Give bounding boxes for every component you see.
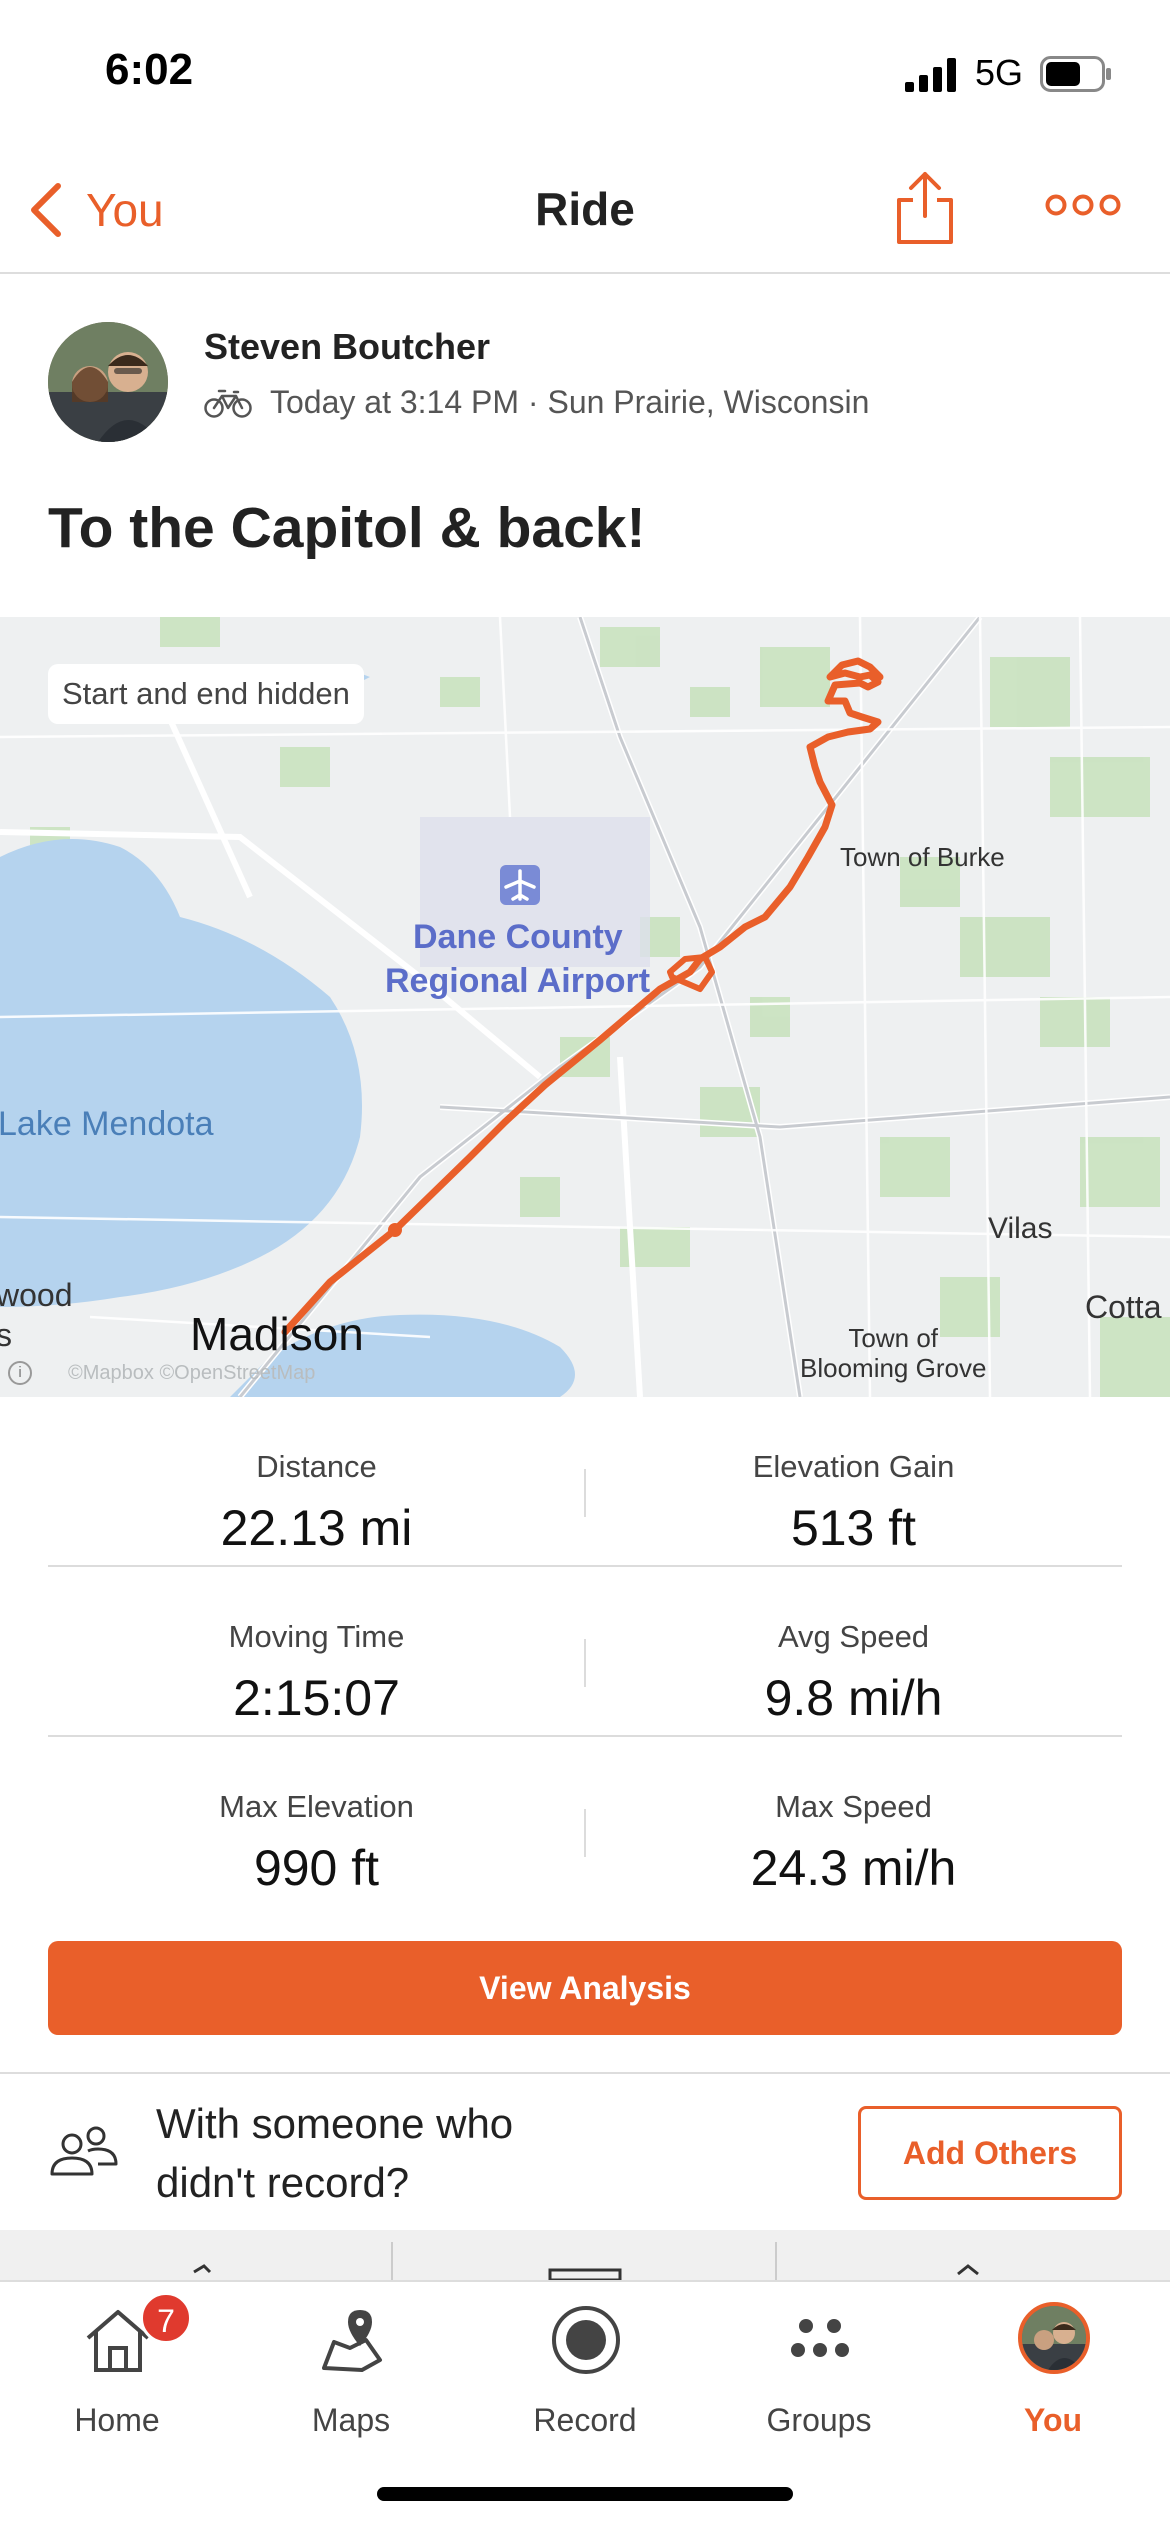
nav-bar: You Ride	[0, 150, 1170, 274]
stat-max-speed: Max Speed 24.3 mi/h	[585, 1737, 1122, 1897]
maps-icon	[322, 2310, 382, 2372]
tab-home[interactable]: 7 Home	[0, 2282, 234, 2442]
tab-maps[interactable]: Maps	[234, 2282, 468, 2442]
activity-meta-text: Today at 3:14 PM · Sun Prairie, Wisconsi…	[270, 384, 870, 420]
stat-row: Max Elevation 990 ft Max Speed 24.3 mi/h	[48, 1737, 1122, 1907]
view-analysis-button[interactable]: View Analysis	[48, 1941, 1122, 2035]
map-label-airport-line1: Dane County	[413, 918, 623, 956]
map-label-airport-line2: Regional Airport	[385, 962, 651, 1000]
stat-value: 9.8 mi/h	[764, 1670, 943, 1726]
map-label-blooming-grove-line2: Blooming Grove	[800, 1353, 987, 1383]
chevron-left-icon	[31, 183, 61, 237]
people-icon	[50, 2126, 118, 2176]
tab-label: Maps	[311, 2402, 391, 2438]
map-attribution-text: ©Mapbox ©OpenStreetMap	[68, 1361, 316, 1384]
add-others-button[interactable]: Add Others	[858, 2106, 1122, 2200]
share-icon[interactable]	[895, 170, 955, 246]
stat-max-elevation: Max Elevation 990 ft	[48, 1737, 585, 1897]
map-label-airport: Dane County Regional Airport	[385, 915, 685, 1003]
tab-label: Groups	[766, 2402, 872, 2438]
stat-value: 2:15:07	[233, 1670, 400, 1726]
status-time: 6:02	[105, 45, 194, 94]
back-label: You	[86, 184, 164, 236]
stat-value: 24.3 mi/h	[750, 1840, 957, 1896]
bike-icon	[204, 389, 252, 418]
map-attribution[interactable]: i ©Mapbox ©OpenStreetMap	[8, 1361, 315, 1385]
with-someone-line1: With someone who	[156, 2100, 514, 2147]
route-map[interactable]: Start and end hidden Dane County Regiona…	[0, 617, 1170, 1397]
stat-value: 513 ft	[790, 1500, 917, 1556]
with-someone-row: With someone who didn't record? Add Othe…	[0, 2074, 1170, 2230]
back-button[interactable]: You	[28, 180, 164, 240]
status-bar: 6:02 5G	[0, 0, 1170, 150]
stat-label: Elevation Gain	[752, 1449, 955, 1484]
stat-elevation-gain: Elevation Gain 513 ft	[585, 1397, 1122, 1557]
athlete-header: Steven Boutcher Today at 3:14 PM · Sun P…	[0, 274, 1170, 444]
map-label-wood: wood	[0, 1277, 73, 1313]
signal-icon	[905, 58, 956, 92]
stat-value: 22.13 mi	[220, 1500, 413, 1556]
tab-label: Home	[74, 2402, 160, 2438]
stat-label: Avg Speed	[777, 1619, 930, 1654]
map-label-blooming-grove-line1: Town of	[848, 1323, 939, 1353]
stat-label: Distance	[256, 1449, 377, 1484]
stat-moving-time: Moving Time 2:15:07	[48, 1567, 585, 1727]
map-label-s: s	[0, 1317, 12, 1353]
kudos-bar-peek	[0, 2230, 1170, 2280]
privacy-chip: Start and end hidden	[48, 664, 364, 724]
page-title: Ride	[535, 183, 635, 235]
stat-avg-speed: Avg Speed 9.8 mi/h	[585, 1567, 1122, 1727]
avatar[interactable]	[48, 322, 168, 442]
athlete-name[interactable]: Steven Boutcher	[204, 326, 490, 368]
map-label-mendota: Lake Mendota	[0, 1105, 214, 1143]
stat-row: Distance 22.13 mi Elevation Gain 513 ft	[48, 1397, 1122, 1567]
with-someone-line2: didn't record?	[156, 2159, 410, 2206]
stat-label: Max Elevation	[219, 1789, 414, 1824]
stats-grid: Distance 22.13 mi Elevation Gain 513 ft …	[48, 1397, 1122, 1907]
stat-label: Moving Time	[228, 1619, 405, 1654]
network-label: 5G	[975, 52, 1024, 93]
groups-icon	[791, 2319, 849, 2357]
avatar	[1018, 2302, 1090, 2374]
record-icon	[552, 2306, 620, 2374]
tab-you[interactable]: You	[936, 2282, 1170, 2442]
map-label-blooming-grove: Town of Blooming Grove	[800, 1323, 986, 1383]
map-label-burke: Town of Burke	[840, 842, 1005, 872]
map-label-vilas: Vilas	[988, 1212, 1053, 1245]
with-someone-text: With someone who didn't record?	[156, 2094, 656, 2212]
airport-icon	[500, 865, 540, 905]
stat-distance: Distance 22.13 mi	[48, 1397, 585, 1557]
map-canvas	[0, 617, 1170, 1397]
info-icon[interactable]: i	[8, 1361, 32, 1385]
tab-record[interactable]: Record	[468, 2282, 702, 2442]
home-indicator[interactable]	[377, 2487, 793, 2501]
stat-label: Max Speed	[775, 1789, 932, 1824]
stat-value: 990 ft	[253, 1840, 380, 1896]
activity-title[interactable]: To the Capitol & back!	[48, 495, 645, 561]
tab-groups[interactable]: Groups	[702, 2282, 936, 2442]
map-label-madison: Madison	[190, 1308, 364, 1360]
notification-badge: 7	[140, 2292, 192, 2344]
stat-row: Moving Time 2:15:07 Avg Speed 9.8 mi/h	[48, 1567, 1122, 1737]
tab-label: Record	[533, 2402, 637, 2438]
more-icon[interactable]	[1045, 190, 1121, 220]
map-label-cotta: Cotta	[1085, 1289, 1162, 1325]
tab-label: You	[1023, 2402, 1083, 2438]
activity-meta: Today at 3:14 PM · Sun Prairie, Wisconsi…	[204, 384, 869, 421]
battery-icon	[1040, 56, 1111, 92]
